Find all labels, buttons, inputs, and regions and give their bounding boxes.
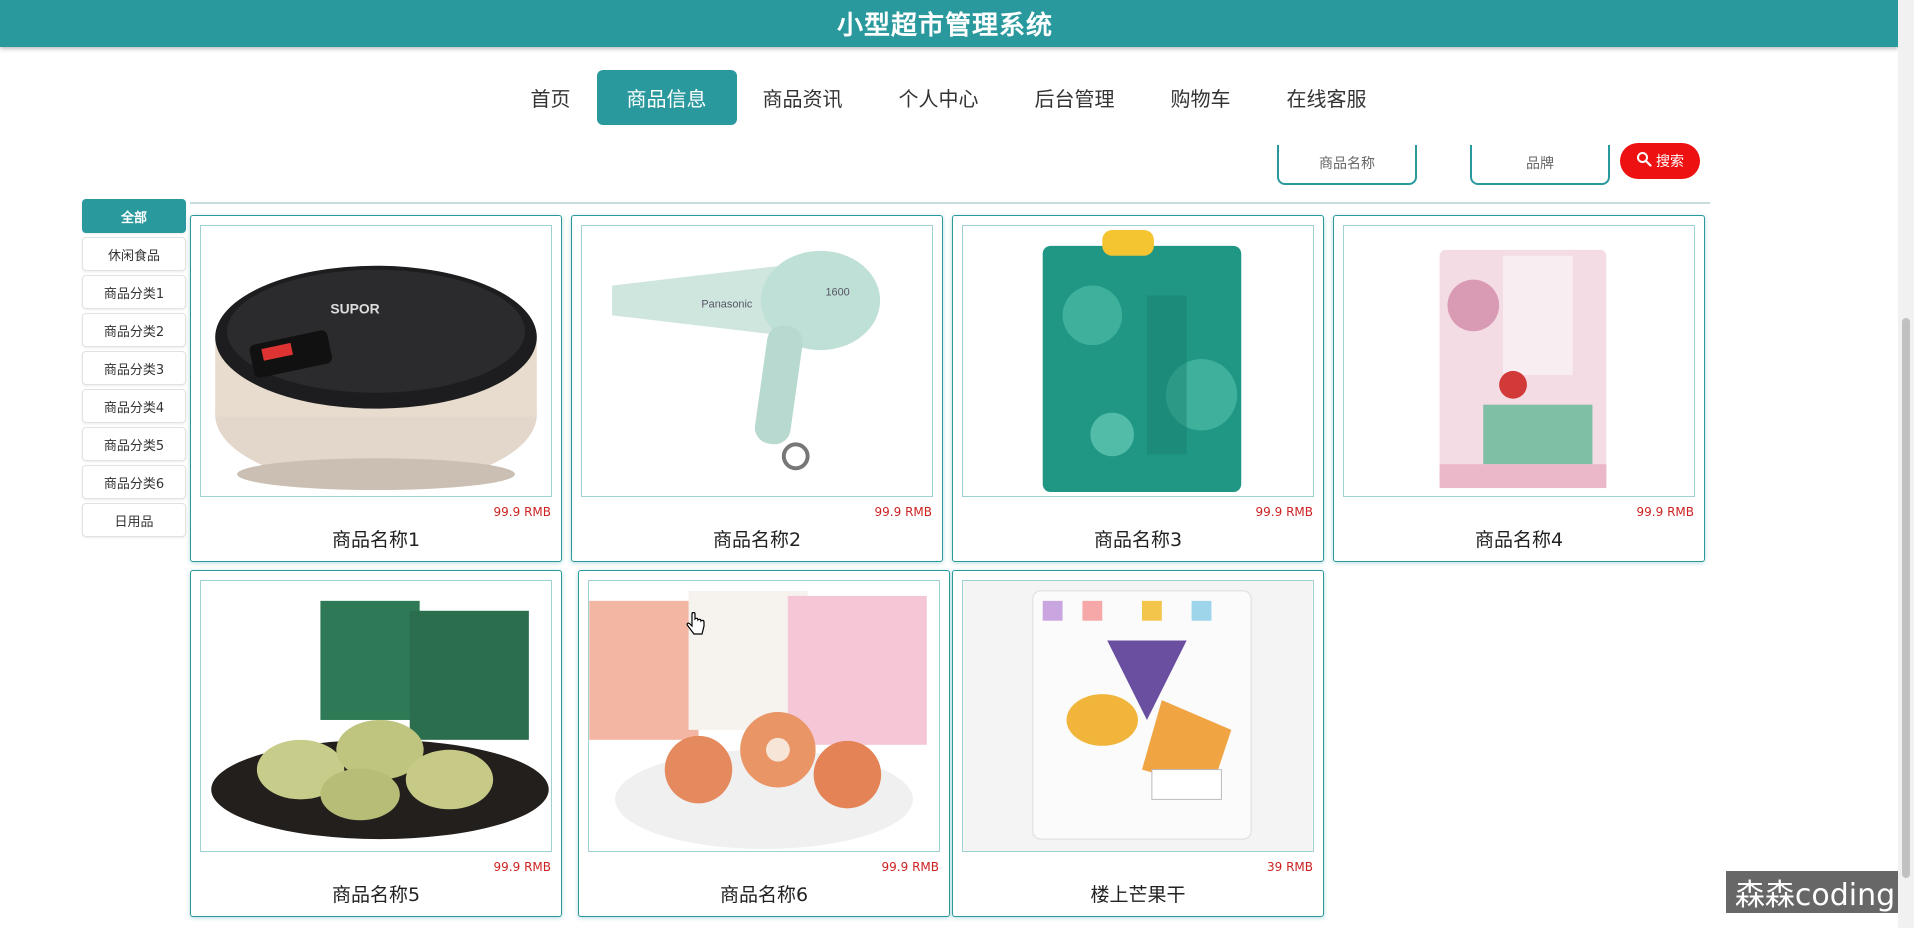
product-card[interactable]: Panasonic 1600 99.9 RMB 商品名称2 bbox=[571, 215, 943, 562]
product-price: 99.9 RMB bbox=[881, 860, 939, 874]
rice-cooker-image: SUPOR bbox=[200, 225, 552, 497]
main-nav: 首页 商品信息 商品资讯 个人中心 后台管理 购物车 在线客服 bbox=[0, 70, 1898, 125]
svg-text:SUPOR: SUPOR bbox=[330, 300, 379, 316]
nav-item-admin[interactable]: 后台管理 bbox=[1005, 70, 1145, 125]
header-bar: 小型超市管理系统 bbox=[0, 0, 1898, 47]
brand-search-input[interactable] bbox=[1470, 145, 1610, 185]
nav-item-home[interactable]: 首页 bbox=[501, 70, 601, 125]
product-price: 39 RMB bbox=[1266, 860, 1313, 874]
page-scrollbar[interactable] bbox=[1898, 0, 1914, 928]
category-2[interactable]: 商品分类2 bbox=[82, 313, 186, 347]
category-4[interactable]: 商品分类4 bbox=[82, 389, 186, 423]
nav-item-profile[interactable]: 个人中心 bbox=[869, 70, 1009, 125]
category-5[interactable]: 商品分类5 bbox=[82, 427, 186, 461]
product-card[interactable]: SUPOR 99.9 RMB 商品名称1 bbox=[190, 215, 562, 562]
product-name: 商品名称6 bbox=[719, 884, 809, 906]
dried-mango-image bbox=[962, 580, 1314, 852]
product-card[interactable]: 99.9 RMB 商品名称6 bbox=[578, 570, 950, 917]
nav-item-cart[interactable]: 购物车 bbox=[1141, 70, 1261, 125]
product-price: 99.9 RMB bbox=[874, 505, 932, 519]
product-name: 商品名称2 bbox=[712, 529, 802, 551]
product-card[interactable]: 99.9 RMB 商品名称4 bbox=[1333, 215, 1705, 562]
product-card[interactable]: 99.9 RMB 商品名称5 bbox=[190, 570, 562, 917]
search-button-label: 搜索 bbox=[1656, 154, 1684, 170]
category-all[interactable]: 全部 bbox=[82, 199, 186, 233]
hand-cursor-icon bbox=[686, 612, 705, 635]
product-price: 99.9 RMB bbox=[493, 860, 551, 874]
product-name: 商品名称3 bbox=[1093, 529, 1183, 551]
product-price: 99.9 RMB bbox=[493, 505, 551, 519]
search-button[interactable]: 搜索 bbox=[1620, 143, 1700, 179]
product-price: 99.9 RMB bbox=[1255, 505, 1313, 519]
category-sidebar: 全部 休闲食品 商品分类1 商品分类2 商品分类3 商品分类4 商品分类5 商品… bbox=[82, 199, 186, 541]
category-daily[interactable]: 日用品 bbox=[82, 503, 186, 537]
shrimp-chips-image bbox=[588, 580, 940, 852]
product-card[interactable]: 39 RMB 楼上芒果干 bbox=[952, 570, 1324, 917]
category-snacks[interactable]: 休闲食品 bbox=[82, 237, 186, 271]
category-1[interactable]: 商品分类1 bbox=[82, 275, 186, 309]
divider bbox=[190, 202, 1710, 204]
scrollbar-thumb[interactable] bbox=[1902, 318, 1910, 878]
search-icon bbox=[1636, 151, 1652, 171]
category-3[interactable]: 商品分类3 bbox=[82, 351, 186, 385]
product-name: 商品名称4 bbox=[1474, 529, 1564, 551]
product-name: 商品名称5 bbox=[331, 884, 421, 906]
nav-item-news[interactable]: 商品资讯 bbox=[733, 70, 873, 125]
product-name: 商品名称1 bbox=[331, 529, 421, 551]
category-6[interactable]: 商品分类6 bbox=[82, 465, 186, 499]
nav-item-service[interactable]: 在线客服 bbox=[1257, 70, 1397, 125]
page: 小型超市管理系统 首页 商品信息 商品资讯 个人中心 后台管理 购物车 在线客服… bbox=[0, 0, 1914, 928]
app-title: 小型超市管理系统 bbox=[836, 11, 1053, 41]
nav-item-products[interactable]: 商品信息 bbox=[596, 70, 737, 125]
product-name-search-input[interactable] bbox=[1277, 145, 1417, 185]
hair-dryer-image: Panasonic 1600 bbox=[581, 225, 933, 497]
green-rice-bag-image bbox=[962, 225, 1314, 497]
product-card[interactable]: 99.9 RMB 商品名称3 bbox=[952, 215, 1324, 562]
svg-text:Panasonic: Panasonic bbox=[701, 298, 752, 310]
product-name: 楼上芒果干 bbox=[1090, 884, 1186, 906]
svg-text:1600: 1600 bbox=[825, 286, 849, 298]
product-price: 99.9 RMB bbox=[1636, 505, 1694, 519]
pastry-plate-image bbox=[200, 580, 552, 852]
pink-rice-bag-image bbox=[1343, 225, 1695, 497]
watermark: 森森coding bbox=[1726, 871, 1904, 913]
